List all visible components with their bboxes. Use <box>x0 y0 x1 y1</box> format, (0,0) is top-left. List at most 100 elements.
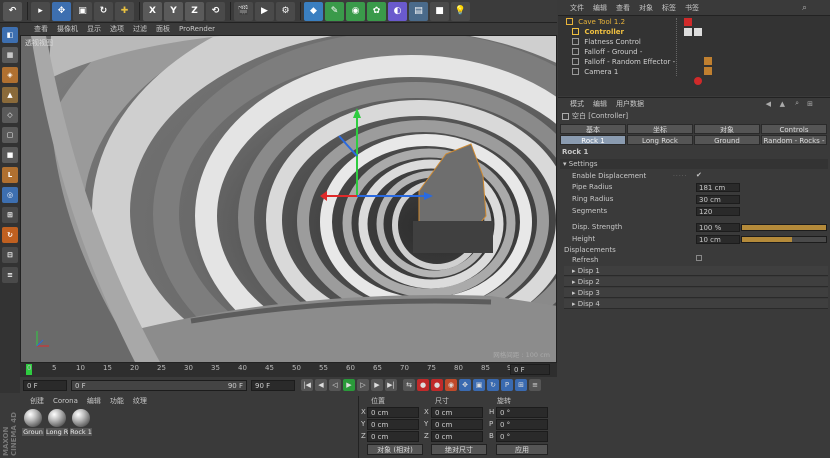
current-frame-field[interactable]: 0 F <box>510 364 550 375</box>
object-menu-file[interactable]: 文件 <box>570 3 584 13</box>
pla-key-icon[interactable]: ⊞ <box>515 379 527 391</box>
undo-icon[interactable]: ↶ <box>3 1 22 21</box>
next-frame-icon[interactable]: ▷ <box>357 379 369 391</box>
cloner-icon[interactable]: ✿ <box>367 1 386 21</box>
start-frame-field[interactable]: 0 F <box>23 379 67 391</box>
material-menu-create[interactable]: 创建 <box>30 396 44 406</box>
coordinate-mode-dropdown[interactable]: 对象 (相对) <box>367 444 423 455</box>
z-axis-button[interactable]: Z <box>185 1 204 21</box>
go-to-end-icon[interactable]: ▶| <box>385 379 397 391</box>
scale-key-icon[interactable]: ▣ <box>473 379 485 391</box>
disp-2-group[interactable]: ▸ Disp 2 <box>564 277 828 287</box>
size-x-field[interactable]: 0 cm <box>431 407 483 418</box>
disp-4-group[interactable]: ▸ Disp 4 <box>564 299 828 309</box>
position-key-icon[interactable]: ✥ <box>459 379 471 391</box>
object-row-cave-tool[interactable]: Cave Tool 1.2 <box>566 17 625 27</box>
search-icon[interactable]: ⌕ <box>802 3 807 13</box>
texture-mode-icon[interactable]: ◈ <box>2 67 18 83</box>
rotation-h-field[interactable]: 0 ° <box>496 407 548 418</box>
play-mode-icon[interactable]: ⇆ <box>403 379 415 391</box>
viewport-menu-panel[interactable]: 面板 <box>156 24 170 34</box>
enable-displacement-checkbox[interactable]: ✔ <box>696 171 702 179</box>
object-row-flatness-control[interactable]: Flatness Control <box>572 37 641 47</box>
preview-range-slider[interactable]: 0 F 90 F <box>71 379 247 391</box>
render-picture-viewer-icon[interactable]: ▶ <box>255 1 274 21</box>
object-menu-bookmarks[interactable]: 书签 <box>685 3 699 13</box>
camera-icon[interactable]: ■ <box>430 1 449 21</box>
height-field[interactable]: 10 cm <box>696 235 740 244</box>
position-x-field[interactable]: 0 cm <box>367 407 419 418</box>
object-row-controller[interactable]: Controller <box>572 27 624 37</box>
live-select-icon[interactable]: ▸ <box>31 1 50 21</box>
attr-menu-edit[interactable]: 编辑 <box>593 99 607 109</box>
edges-mode-icon[interactable]: ▢ <box>2 127 18 143</box>
render-view-icon[interactable]: 🎬 <box>234 1 253 21</box>
attr-menu-mode[interactable]: 模式 <box>570 99 584 109</box>
light-icon[interactable]: 💡 <box>451 1 470 21</box>
render-settings-icon[interactable]: ⚙ <box>276 1 295 21</box>
material-menu-edit[interactable]: 编辑 <box>87 396 101 406</box>
floor-icon[interactable]: ▤ <box>409 1 428 21</box>
disp-1-group[interactable]: ▸ Disp 1 <box>564 266 828 276</box>
3d-viewport[interactable]: 透视视图 网格间距 : 100 cm <box>20 35 557 363</box>
size-z-field[interactable]: 0 cm <box>431 431 483 442</box>
polygons-mode-icon[interactable]: ■ <box>2 147 18 163</box>
disp-strength-slider[interactable] <box>741 224 827 231</box>
end-frame-field[interactable]: 90 F <box>251 379 295 391</box>
object-menu-objects[interactable]: 对象 <box>639 3 653 13</box>
y-axis-button[interactable]: Y <box>164 1 183 21</box>
next-key-icon[interactable]: ▶ <box>371 379 383 391</box>
disp-3-group[interactable]: ▸ Disp 3 <box>564 288 828 298</box>
up-arrow-icon[interactable]: ▲ <box>780 100 785 108</box>
falloff-tag-icon[interactable] <box>704 67 712 75</box>
pipe-radius-field[interactable]: 181 cm <box>696 183 740 192</box>
size-mode-dropdown[interactable]: 绝对尺寸 <box>431 444 487 455</box>
material-menu-texture[interactable]: 纹理 <box>133 396 147 406</box>
timeline-ruler[interactable]: 0 5 10 15 20 25 30 35 40 45 50 55 60 65 … <box>20 363 557 377</box>
axis-mode-icon[interactable]: L <box>2 167 18 183</box>
viewport-menu-options[interactable]: 选项 <box>110 24 124 34</box>
disp-strength-field[interactable]: 100 % <box>696 223 740 232</box>
deformer-icon[interactable]: ◐ <box>388 1 407 21</box>
tab-random-rocks[interactable]: Random - Rocks - <box>761 135 827 145</box>
play-icon[interactable]: ▶ <box>343 379 355 391</box>
refresh-button[interactable] <box>696 255 702 261</box>
model-mode-icon[interactable]: ▲ <box>2 87 18 103</box>
material-menu-function[interactable]: 功能 <box>110 396 124 406</box>
viewport-camera-label[interactable]: 透视视图 <box>25 38 53 48</box>
go-to-start-icon[interactable]: |◀ <box>301 379 313 391</box>
height-slider[interactable] <box>741 236 827 243</box>
tab-basic[interactable]: 基本 <box>560 124 626 134</box>
segments-field[interactable]: 120 <box>696 207 740 216</box>
material-long-rock[interactable]: Long R <box>46 409 68 436</box>
object-menu-view[interactable]: 查看 <box>616 3 630 13</box>
viewport-menu-display[interactable]: 显示 <box>87 24 101 34</box>
viewport-menu-view[interactable]: 查看 <box>34 24 48 34</box>
viewport-menu-cameras[interactable]: 摄像机 <box>57 24 78 34</box>
param-key-icon[interactable]: P <box>501 379 513 391</box>
search-icon[interactable]: ⌕ <box>795 99 799 108</box>
position-z-field[interactable]: 0 cm <box>367 431 419 442</box>
lock-tag-icon[interactable] <box>694 28 702 36</box>
coordinate-system-icon[interactable]: ⟲ <box>206 1 225 21</box>
rotate-icon[interactable]: ↻ <box>94 1 113 21</box>
make-editable-icon[interactable]: ◧ <box>2 27 18 43</box>
position-y-field[interactable]: 0 cm <box>367 419 419 430</box>
spline-pen-icon[interactable]: ✎ <box>325 1 344 21</box>
tab-long-rock[interactable]: Long Rock <box>627 135 693 145</box>
prev-frame-icon[interactable]: ◁ <box>329 379 341 391</box>
viewport-menu-prorender[interactable]: ProRender <box>179 25 215 33</box>
back-arrow-icon[interactable]: ◀ <box>766 100 771 108</box>
settings-group-header[interactable]: ▾ Settings <box>560 159 828 169</box>
timeline-menu-icon[interactable]: ≡ <box>529 379 541 391</box>
object-row-falloff-random[interactable]: Falloff - Random Effector - <box>572 57 675 67</box>
move-icon[interactable]: ✥ <box>52 1 71 21</box>
points-mode-icon[interactable]: ◇ <box>2 107 18 123</box>
tab-controls[interactable]: Controls <box>761 124 827 134</box>
size-y-field[interactable]: 0 cm <box>431 419 483 430</box>
lock-tag-icon[interactable] <box>684 28 692 36</box>
add-icon[interactable]: ✚ <box>115 1 134 21</box>
attr-menu-user-data[interactable]: 用户数据 <box>616 99 644 109</box>
tag-icon[interactable] <box>684 18 692 26</box>
keyframe-selection-icon[interactable]: ◉ <box>445 379 457 391</box>
